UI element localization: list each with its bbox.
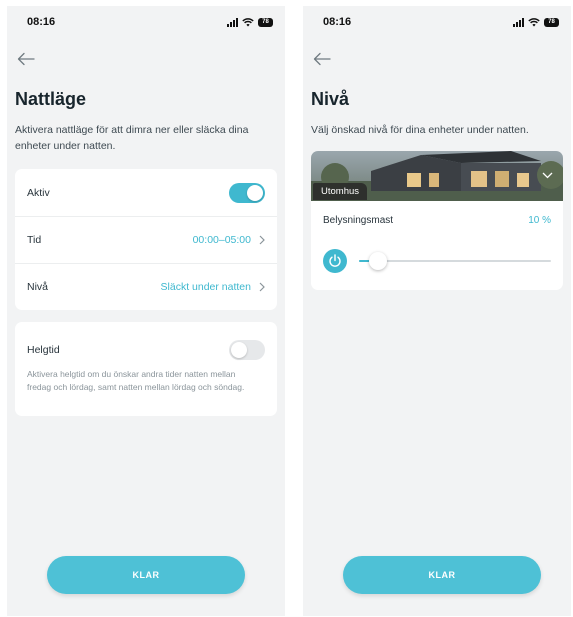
weekend-card: Helgtid Aktivera helgtid om du önskar an…: [15, 322, 277, 416]
done-button[interactable]: KLAR: [47, 556, 245, 594]
battery-icon: 78: [258, 17, 273, 27]
time-label: Tid: [27, 234, 42, 246]
done-button[interactable]: KLAR: [343, 556, 541, 594]
status-icons: 78: [227, 17, 273, 27]
page-description: Välj önskad nivå för dina enheter under …: [311, 124, 529, 136]
level-label: Nivå: [27, 281, 49, 293]
wifi-icon: [242, 18, 254, 27]
toggle-knob: [247, 184, 263, 201]
chevron-down-icon[interactable]: [542, 172, 553, 179]
status-time: 08:16: [27, 16, 56, 28]
power-icon[interactable]: [323, 249, 347, 273]
status-icons: 78: [513, 17, 559, 27]
device-group-card: Utomhus Belysningsmast 10 %: [311, 151, 563, 290]
page-description: Aktivera nattläge för att dimra ner elle…: [15, 124, 249, 152]
chevron-right-icon: [259, 235, 265, 245]
active-row: Aktiv: [15, 169, 277, 216]
back-arrow-icon[interactable]: [17, 52, 35, 66]
battery-icon: 78: [544, 17, 559, 27]
page-title: Nattläge: [15, 89, 87, 109]
status-time: 08:16: [323, 16, 352, 28]
toggle-knob: [231, 342, 247, 358]
device-name: Belysningsmast: [323, 215, 394, 226]
weekend-title: Helgtid: [27, 344, 60, 356]
signal-icon: [513, 17, 524, 27]
wifi-icon: [528, 18, 540, 27]
page-title: Nivå: [311, 89, 350, 109]
weekend-header: Helgtid: [27, 340, 265, 360]
weekend-toggle[interactable]: [229, 340, 265, 360]
power-symbol-icon: [329, 254, 341, 267]
night-mode-settings-card: Aktiv Tid 00:00–05:00 Nivå Släckt under …: [15, 169, 277, 310]
active-label: Aktiv: [27, 186, 50, 199]
status-bar: 08:16 78: [7, 16, 285, 32]
status-bar: 08:16 78: [303, 16, 571, 32]
nattlage-screen: 08:16 78 Nattläge Aktivera nattläge för …: [7, 6, 285, 616]
chevron-right-icon: [259, 282, 265, 292]
time-value: 00:00–05:00: [192, 234, 251, 246]
weekend-description: Aktivera helgtid om du önskar andra tide…: [27, 369, 245, 392]
slider-track: [359, 260, 551, 262]
level-slider[interactable]: [359, 249, 551, 273]
back-arrow-icon[interactable]: [313, 52, 331, 66]
niva-screen: 08:16 78 Nivå Välj önskad nivå för dina …: [303, 6, 571, 616]
active-toggle[interactable]: [229, 182, 265, 203]
signal-icon: [227, 17, 238, 27]
group-tag: Utomhus: [313, 183, 368, 200]
time-row[interactable]: Tid 00:00–05:00: [15, 216, 277, 263]
device-level-percent: 10 %: [528, 215, 551, 226]
level-value: Släckt under natten: [160, 281, 251, 293]
slider-thumb[interactable]: [369, 252, 388, 270]
level-row[interactable]: Nivå Släckt under natten: [15, 263, 277, 310]
